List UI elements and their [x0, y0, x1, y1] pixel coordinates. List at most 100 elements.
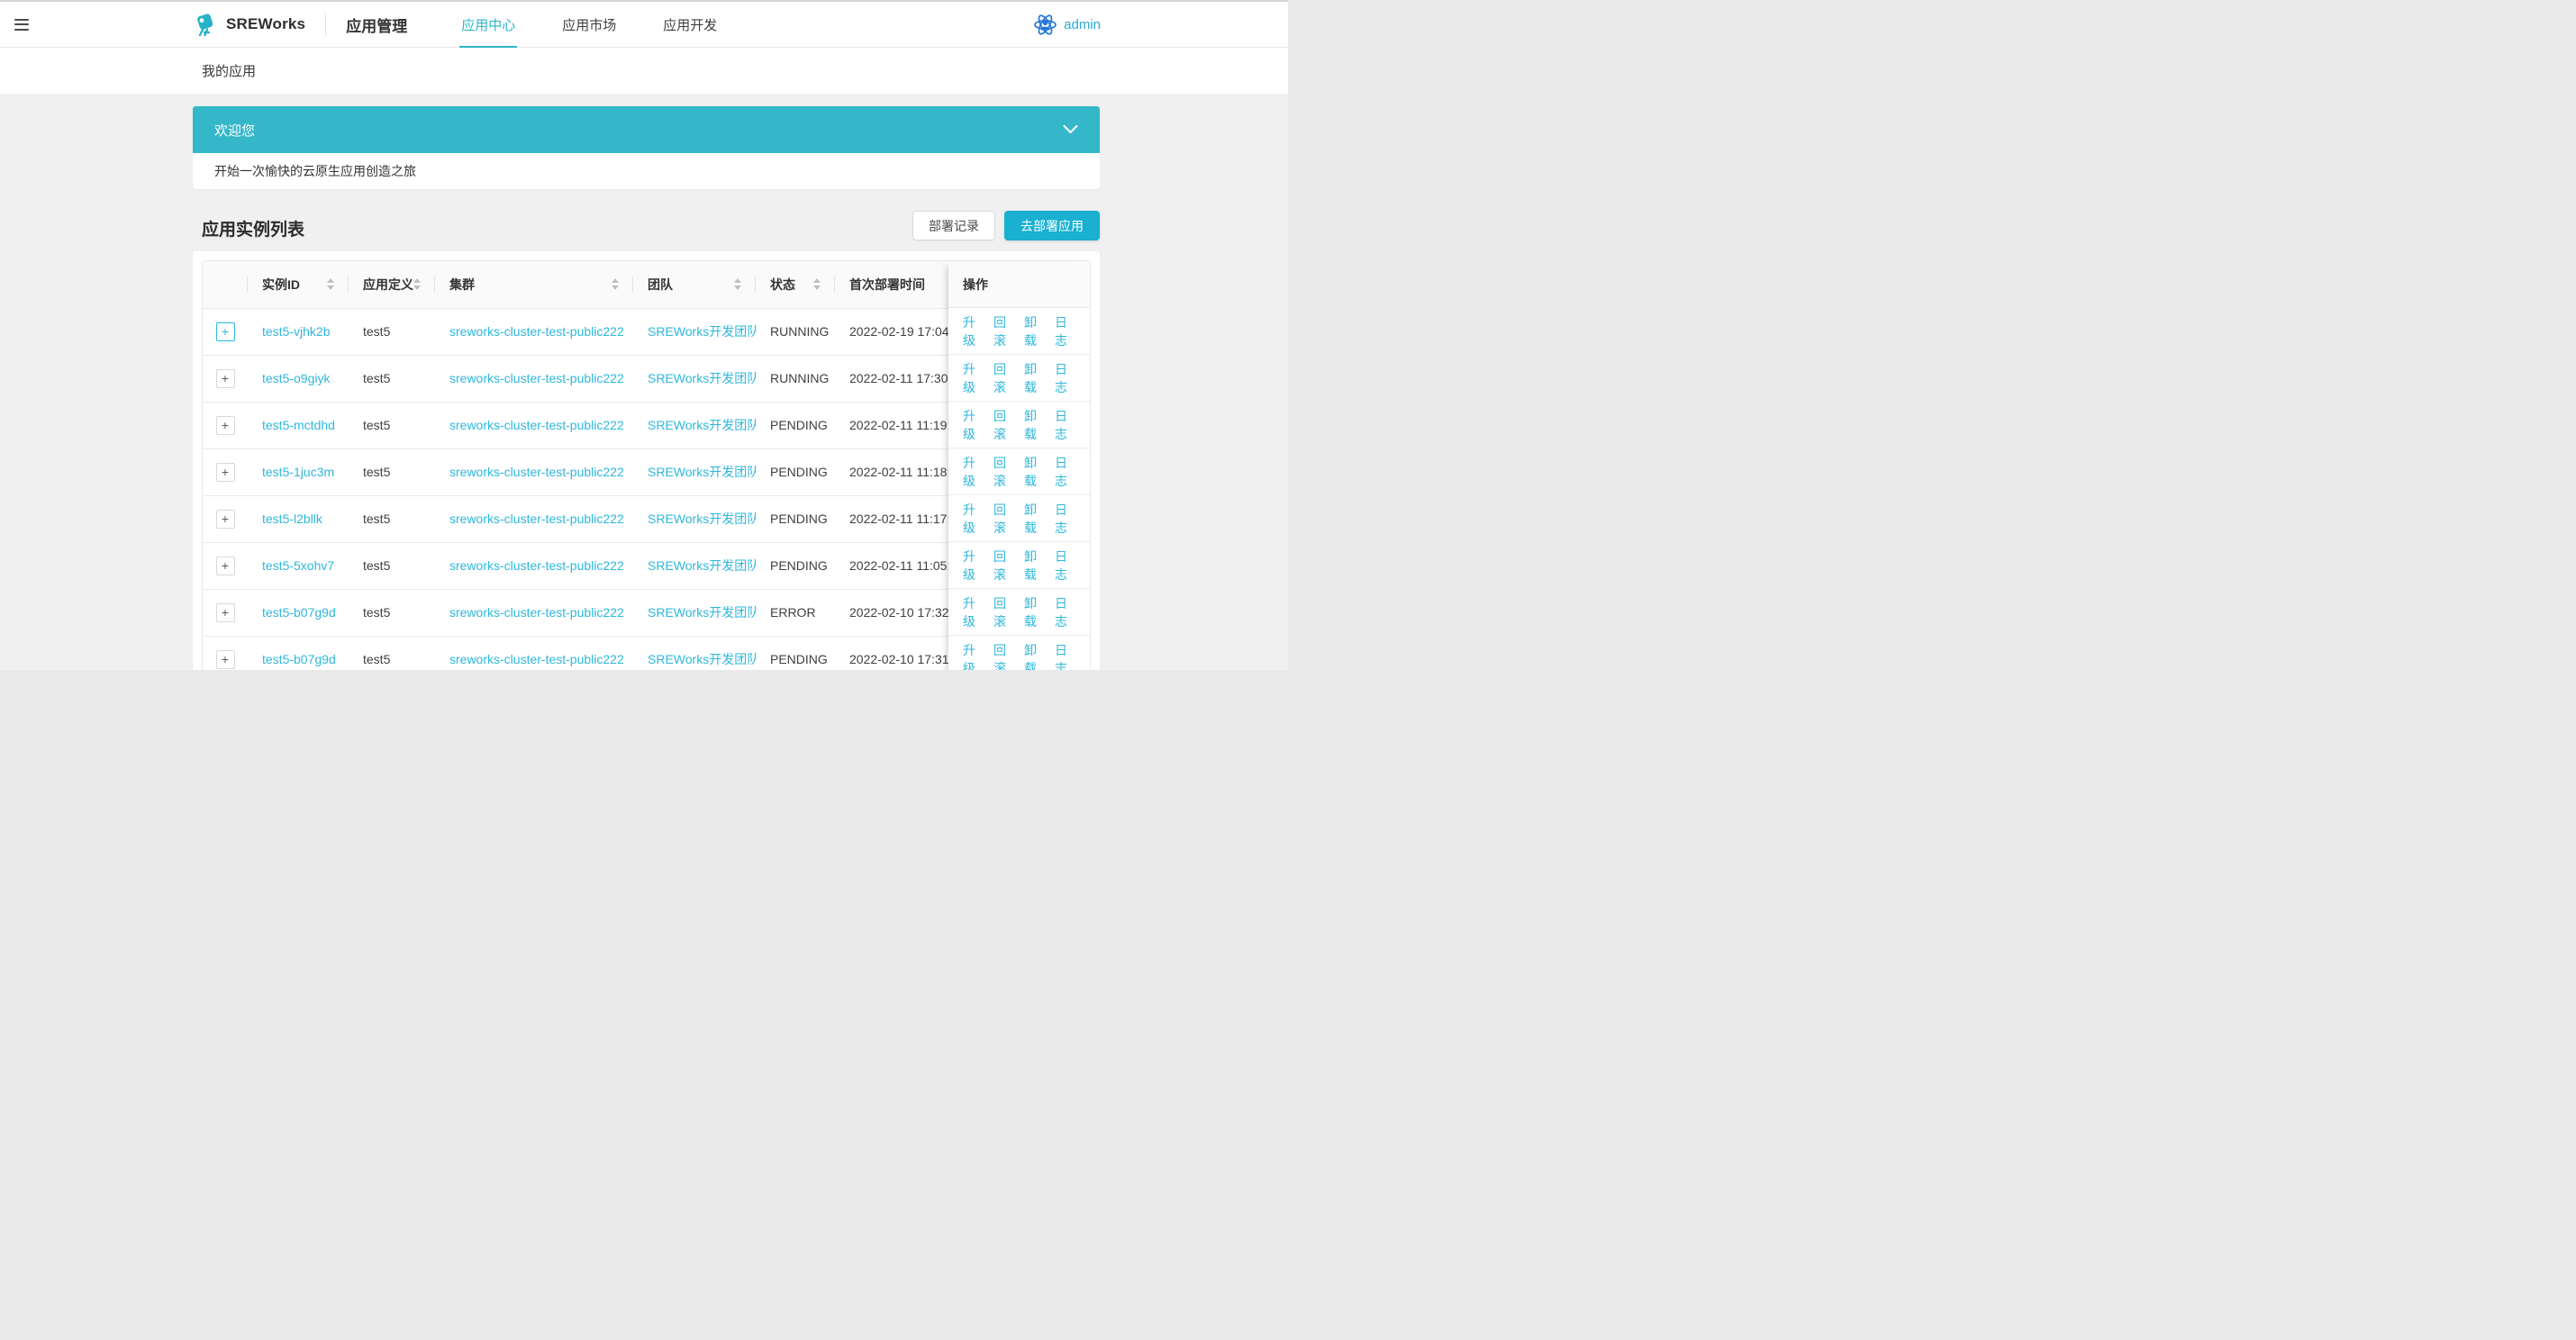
welcome-title: 欢迎您: [214, 121, 255, 140]
uninstall-link[interactable]: 卸载: [1024, 360, 1045, 396]
team-link[interactable]: SREWorks开发团队: [648, 324, 756, 339]
team-link[interactable]: SREWorks开发团队: [648, 605, 756, 620]
rollback-link[interactable]: 回滚: [993, 313, 1014, 349]
tab-app-center[interactable]: 应用中心: [459, 2, 517, 48]
rollback-link[interactable]: 回滚: [993, 548, 1014, 584]
instance-id-link[interactable]: test5-b07g9d: [262, 605, 336, 620]
chevron-down-icon[interactable]: [1063, 125, 1078, 134]
deploy-records-button[interactable]: 部署记录: [912, 211, 995, 240]
column-header-instance-id[interactable]: 实例ID: [248, 261, 349, 308]
rollback-link[interactable]: 回滚: [993, 641, 1014, 671]
sort-carets-icon[interactable]: [413, 278, 421, 290]
upgrade-link[interactable]: 升级: [963, 454, 984, 490]
atom-avatar-icon: [1033, 13, 1057, 37]
logs-link[interactable]: 日志: [1055, 594, 1075, 630]
user-menu[interactable]: admin: [1033, 13, 1101, 37]
team-link[interactable]: SREWorks开发团队: [648, 371, 756, 385]
rollback-link[interactable]: 回滚: [993, 360, 1014, 396]
page-title: 我的应用: [202, 61, 256, 80]
expand-row-button[interactable]: +: [216, 322, 235, 341]
team-link[interactable]: SREWorks开发团队: [648, 465, 756, 479]
logs-link[interactable]: 日志: [1055, 407, 1075, 443]
cluster-link[interactable]: sreworks-cluster-test-public222: [449, 371, 624, 385]
uninstall-link[interactable]: 卸载: [1024, 454, 1045, 490]
section-title: 应用实例列表: [193, 216, 304, 240]
cluster-link[interactable]: sreworks-cluster-test-public222: [449, 324, 624, 339]
expand-row-button[interactable]: +: [216, 510, 235, 529]
expand-row-button[interactable]: +: [216, 463, 235, 482]
app-definition-text: test5: [363, 652, 390, 666]
upgrade-link[interactable]: 升级: [963, 594, 984, 630]
cluster-link[interactable]: sreworks-cluster-test-public222: [449, 418, 624, 432]
instance-id-link[interactable]: test5-l2bllk: [262, 512, 322, 526]
uninstall-link[interactable]: 卸载: [1024, 313, 1045, 349]
uninstall-link[interactable]: 卸载: [1024, 407, 1045, 443]
instance-id-link[interactable]: test5-1juc3m: [262, 465, 334, 479]
expand-row-button[interactable]: +: [216, 603, 235, 622]
uninstall-link[interactable]: 卸载: [1024, 594, 1045, 630]
expand-row-button[interactable]: +: [216, 557, 235, 575]
upgrade-link[interactable]: 升级: [963, 641, 984, 671]
team-link[interactable]: SREWorks开发团队: [648, 652, 756, 666]
rollback-link[interactable]: 回滚: [993, 594, 1014, 630]
logs-link[interactable]: 日志: [1055, 548, 1075, 584]
upgrade-link[interactable]: 升级: [963, 360, 984, 396]
tab-app-market[interactable]: 应用市场: [560, 2, 618, 48]
column-header-cluster[interactable]: 集群: [435, 261, 633, 308]
instance-id-link[interactable]: test5-5xohv7: [262, 558, 334, 573]
upgrade-link[interactable]: 升级: [963, 501, 984, 537]
rollback-link[interactable]: 回滚: [993, 454, 1014, 490]
status-text: RUNNING: [770, 371, 829, 385]
upgrade-link[interactable]: 升级: [963, 407, 984, 443]
brand[interactable]: SREWorks: [194, 13, 305, 37]
cluster-link[interactable]: sreworks-cluster-test-public222: [449, 652, 624, 666]
logs-link[interactable]: 日志: [1055, 454, 1075, 490]
team-link[interactable]: SREWorks开发团队: [648, 558, 756, 573]
instance-id-link[interactable]: test5-mctdhd: [262, 418, 335, 432]
row-actions: 升级 回滚 卸载 日志: [948, 495, 1090, 542]
section-buttons: 部署记录 去部署应用: [912, 211, 1100, 240]
cluster-link[interactable]: sreworks-cluster-test-public222: [449, 512, 624, 526]
uninstall-link[interactable]: 卸载: [1024, 501, 1045, 537]
instance-id-link[interactable]: test5-o9giyk: [262, 371, 330, 385]
row-actions: 升级 回滚 卸载 日志: [948, 402, 1090, 448]
rollback-link[interactable]: 回滚: [993, 501, 1014, 537]
uninstall-link[interactable]: 卸载: [1024, 641, 1045, 671]
menu-toggle-button[interactable]: [14, 19, 29, 31]
expand-row-button[interactable]: +: [216, 650, 235, 669]
logs-link[interactable]: 日志: [1055, 313, 1075, 349]
tab-app-dev[interactable]: 应用开发: [661, 2, 719, 48]
upgrade-link[interactable]: 升级: [963, 548, 984, 584]
row-actions: 升级 回滚 卸载 日志: [948, 448, 1090, 495]
cluster-link[interactable]: sreworks-cluster-test-public222: [449, 558, 624, 573]
cluster-link[interactable]: sreworks-cluster-test-public222: [449, 605, 624, 620]
team-link[interactable]: SREWorks开发团队: [648, 418, 756, 432]
cluster-link[interactable]: sreworks-cluster-test-public222: [449, 465, 624, 479]
instance-id-link[interactable]: test5-b07g9d: [262, 652, 336, 666]
uninstall-link[interactable]: 卸载: [1024, 548, 1045, 584]
column-header-actions: 操作: [948, 261, 1090, 308]
column-header-status[interactable]: 状态: [756, 261, 835, 308]
deploy-app-button[interactable]: 去部署应用: [1004, 211, 1100, 240]
sort-carets-icon[interactable]: [813, 278, 821, 290]
instance-id-link[interactable]: test5-vjhk2b: [262, 324, 330, 339]
rollback-link[interactable]: 回滚: [993, 407, 1014, 443]
header-divider: [325, 14, 326, 35]
expand-row-button[interactable]: +: [216, 369, 235, 388]
upgrade-link[interactable]: 升级: [963, 313, 984, 349]
expand-row-button[interactable]: +: [216, 416, 235, 435]
welcome-panel-header[interactable]: 欢迎您: [193, 106, 1100, 153]
status-text: RUNNING: [770, 324, 829, 339]
hamburger-icon: [14, 19, 29, 21]
sort-carets-icon[interactable]: [612, 278, 619, 290]
main-content: 欢迎您 开始一次愉快的云原生应用创造之旅 应用实例列表 部署记录 去部署应用: [0, 94, 1288, 670]
team-link[interactable]: SREWorks开发团队: [648, 512, 756, 526]
sort-carets-icon[interactable]: [327, 278, 334, 290]
column-header-team[interactable]: 团队: [633, 261, 756, 308]
app-definition-text: test5: [363, 371, 390, 385]
column-header-app-definition[interactable]: 应用定义: [349, 261, 435, 308]
logs-link[interactable]: 日志: [1055, 360, 1075, 396]
logs-link[interactable]: 日志: [1055, 641, 1075, 671]
logs-link[interactable]: 日志: [1055, 501, 1075, 537]
sort-carets-icon[interactable]: [734, 278, 741, 290]
